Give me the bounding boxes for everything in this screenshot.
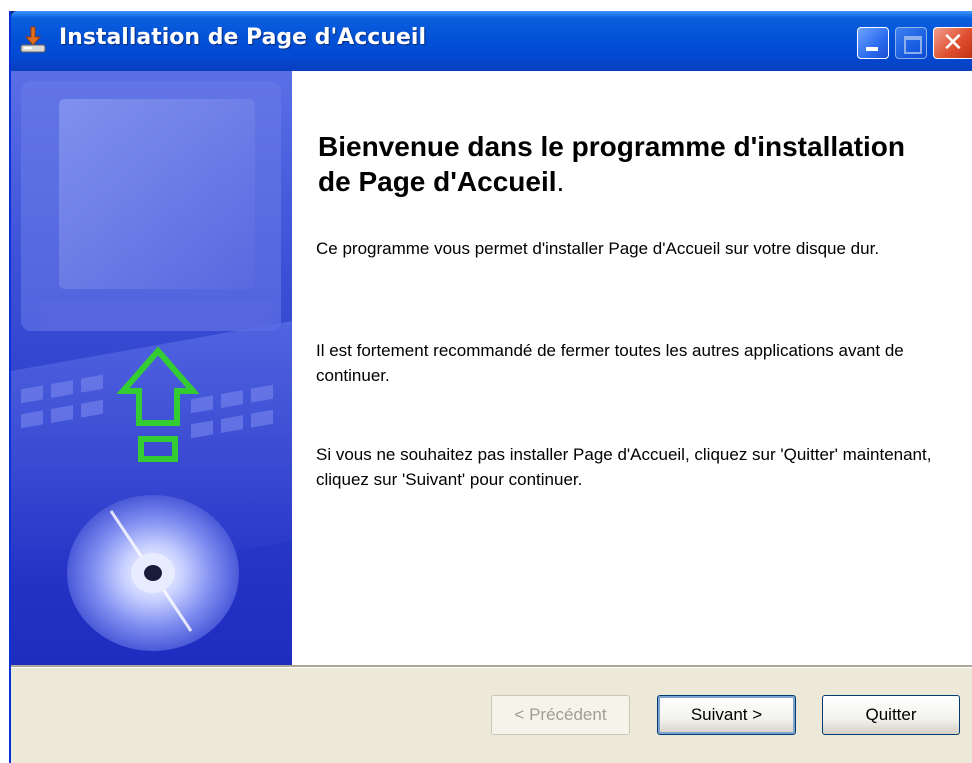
maximize-button bbox=[895, 27, 927, 59]
welcome-heading: Bienvenue dans le programme d'installati… bbox=[318, 129, 918, 199]
next-button[interactable]: Suivant > bbox=[657, 695, 796, 735]
recommendation-paragraph: Il est fortement recommandé de fermer to… bbox=[316, 341, 904, 385]
minimize-button[interactable] bbox=[857, 27, 889, 59]
previous-button: < Précédent bbox=[491, 695, 630, 735]
welcome-heading-text: Bienvenue dans le programme d'installati… bbox=[318, 131, 906, 197]
installer-icon bbox=[20, 26, 46, 53]
wizard-side-image bbox=[11, 71, 292, 665]
wizard-content: Bienvenue dans le programme d'installati… bbox=[292, 71, 972, 665]
instructions-paragraph: Si vous ne souhaitez pas installer Page … bbox=[316, 445, 932, 489]
title-bar[interactable]: Installation de Page d'Accueil ✕ bbox=[11, 11, 972, 71]
button-bar: < Précédent Suivant > Quitter bbox=[11, 668, 972, 763]
intro-paragraph: Ce programme vous permet d'installer Pag… bbox=[316, 239, 880, 258]
monitor-keyboard-cd-illustration bbox=[11, 81, 292, 651]
installer-window: Installation de Page d'Accueil ✕ Bienven… bbox=[9, 11, 972, 763]
cd-disc-icon bbox=[67, 495, 239, 651]
quit-button[interactable]: Quitter bbox=[822, 695, 960, 735]
welcome-heading-dot: . bbox=[556, 166, 565, 197]
close-button[interactable]: ✕ bbox=[933, 27, 972, 59]
close-icon: ✕ bbox=[942, 28, 964, 58]
window-title: Installation de Page d'Accueil bbox=[59, 25, 427, 50]
